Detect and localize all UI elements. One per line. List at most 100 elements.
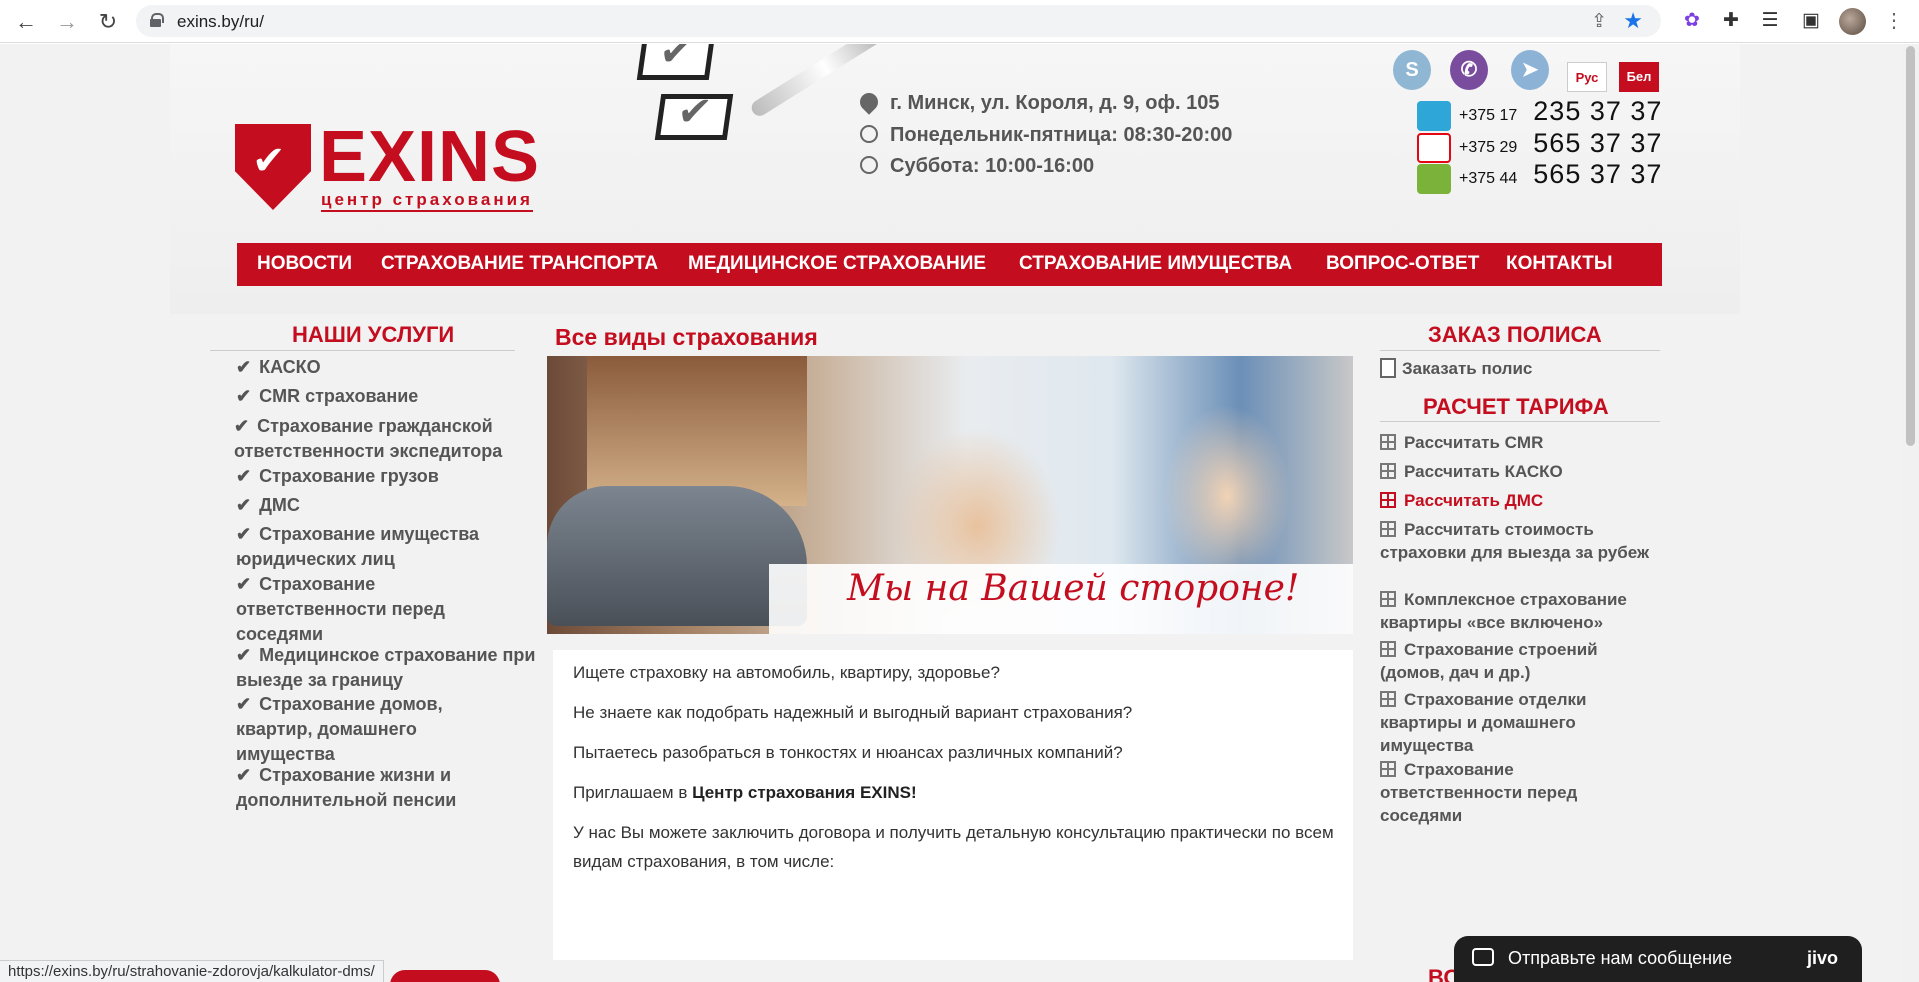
order-policy-link[interactable]: Заказать полис [1380, 358, 1532, 379]
logo-subtitle: центр страхования [321, 190, 533, 212]
page-scrollbar[interactable] [1902, 44, 1919, 982]
service-link[interactable]: ✔ Страхование домов, квартир, домашнего и… [236, 692, 476, 767]
content-title: Все виды страхования [555, 324, 818, 350]
company-name: Центр страхования EXINS! [692, 783, 917, 802]
lang-by-button[interactable]: Бел [1619, 62, 1659, 92]
shield-check-icon: ✔ [235, 124, 311, 210]
phone-code: +375 29 [1459, 139, 1518, 156]
intro-paragraph: У нас Вы можете заключить договора и пол… [573, 823, 1334, 871]
chat-prompt[interactable]: Отправьте нам сообщение [1508, 948, 1732, 969]
check-icon: ✔ [236, 765, 252, 785]
nav-item-property[interactable]: СТРАХОВАНИЕ ИМУЩЕСТВА [1019, 253, 1292, 275]
calc-link[interactable]: Комплексное страхование квартиры «все вк… [1380, 588, 1660, 634]
saturday-hours-text: Суббота: 10:00-16:00 [890, 155, 1095, 177]
calc-link[interactable]: Страхование ответственности перед соседя… [1380, 758, 1620, 827]
right-sidebar: ЗАКАЗ ПОЛИСА Заказать полис РАСЧЕТ ТАРИФ… [1380, 322, 1680, 962]
nav-item-transport[interactable]: СТРАХОВАНИЕ ТРАНСПОРТА [381, 253, 658, 275]
map-pin-icon [856, 89, 882, 115]
calc-link[interactable]: Рассчитать стоимость страховки для выезд… [1380, 518, 1660, 564]
service-link[interactable]: ✔ Страхование имущества юридических лиц [236, 522, 536, 572]
table-icon [1380, 434, 1396, 450]
check-icon: ✔ [236, 386, 252, 406]
service-link[interactable]: ✔ КАСКО [236, 355, 536, 380]
clock-icon [860, 156, 878, 174]
red-button-partial[interactable] [390, 970, 500, 982]
scroll-thumb[interactable] [1906, 46, 1915, 446]
reload-icon[interactable]: ↻ [94, 8, 122, 36]
skype-icon[interactable]: S [1393, 50, 1431, 90]
table-icon [1380, 492, 1396, 508]
back-arrow-icon[interactable]: ← [12, 8, 40, 36]
service-link[interactable]: ✔ Страхование ответственности перед сосед… [236, 572, 466, 647]
service-link[interactable]: ✔ Страхование гражданской ответственности… [234, 414, 534, 464]
media-control-icon[interactable]: ☰ [1758, 9, 1782, 33]
house-image [587, 356, 807, 506]
hero-banner-image: Мы на Вашей стороне! [547, 356, 1353, 634]
phone-row[interactable]: +375 44 565 37 37 [1417, 159, 1662, 194]
divider [210, 350, 515, 351]
service-link[interactable]: ✔ Медицинское страхование при выезде за г… [236, 643, 536, 693]
share-icon[interactable]: ⇪ [1591, 10, 1607, 33]
divider [1380, 350, 1660, 351]
check-icon: ✔ [236, 645, 252, 665]
life-operator-icon [1417, 163, 1451, 194]
calc-link[interactable]: Рассчитать CMR [1380, 431, 1660, 454]
check-icon: ✔ [236, 524, 252, 544]
phone-number[interactable]: 565 37 37 [1533, 128, 1662, 158]
document-icon [1380, 358, 1396, 378]
extension-icon[interactable]: ✿ [1680, 9, 1704, 33]
address-bar[interactable]: exins.by/ru/ ⇪ ★ [136, 5, 1661, 37]
phone-number[interactable]: 235 37 37 [1533, 96, 1662, 126]
bookmark-star-icon[interactable]: ★ [1623, 8, 1643, 34]
checkbox-decor-icon [636, 44, 716, 80]
telegram-icon[interactable]: ➤ [1511, 50, 1549, 90]
service-link[interactable]: ✔ CMR страхование [236, 384, 536, 409]
table-icon [1380, 591, 1396, 607]
phone-operator-icon [1417, 100, 1451, 131]
site-logo[interactable]: ✔ EXINS центр страхования [231, 117, 571, 230]
main-navigation: НОВОСТИ СТРАХОВАНИЕ ТРАНСПОРТА МЕДИЦИНСК… [237, 243, 1662, 286]
nav-item-faq[interactable]: ВОПРОС-ОТВЕТ [1326, 253, 1479, 275]
url-text[interactable]: exins.by/ru/ [177, 12, 264, 32]
service-link[interactable]: ✔ Страхование грузов [236, 464, 536, 489]
chat-bubble-icon [1472, 948, 1494, 966]
check-icon: ✔ [236, 694, 252, 714]
service-link[interactable]: ✔ ДМС [236, 493, 536, 518]
nav-item-medical[interactable]: МЕДИЦИНСКОЕ СТРАХОВАНИЕ [688, 253, 986, 275]
intro-paragraph: Пытаетесь разобраться в тонкостях и нюан… [573, 743, 1123, 762]
calc-link-active[interactable]: Рассчитать ДМС [1380, 489, 1660, 512]
table-icon [1380, 463, 1396, 479]
banner-slogan: Мы на Вашей стороне! [847, 568, 1300, 609]
weekday-hours-text: Понедельник-пятница: 08:30-20:00 [890, 124, 1233, 146]
phone-number[interactable]: 565 37 37 [1533, 159, 1662, 189]
check-icon: ✔ [236, 466, 252, 486]
address-row: г. Минск, ул. Короля, д. 9, оф. 105 [856, 89, 1220, 115]
calc-link[interactable]: Рассчитать КАСКО [1380, 460, 1660, 483]
intro-text-block: Ищете страховку на автомобиль, квартиру,… [553, 650, 1353, 960]
chat-widget[interactable]: Отправьте нам сообщение jivo [1454, 936, 1862, 982]
forward-arrow-icon[interactable]: → [53, 8, 81, 36]
kebab-menu-icon[interactable]: ⋮ [1884, 8, 1904, 33]
check-icon: ✔ [234, 416, 250, 436]
side-panel-icon[interactable]: ▣ [1799, 9, 1823, 33]
lang-ru-button[interactable]: Рус [1567, 62, 1607, 92]
phone-code: +375 44 [1459, 170, 1518, 187]
main-content: Все виды страхования Мы на Вашей стороне… [537, 320, 1360, 960]
services-sidebar: НАШИ УСЛУГИ ✔ КАСКО ✔ CMR страхование ✔ Стр… [210, 322, 536, 962]
table-icon [1380, 641, 1396, 657]
calc-link[interactable]: Страхование отделки квартиры и домашнего… [1380, 688, 1640, 757]
nav-item-contacts[interactable]: КОНТАКТЫ [1506, 253, 1613, 275]
address-text: г. Минск, ул. Короля, д. 9, оф. 105 [890, 92, 1220, 114]
invite-paragraph: Приглашаем в Центр страхования EXINS! [573, 783, 917, 802]
nav-item-news[interactable]: НОВОСТИ [257, 253, 352, 275]
status-bar-url: https://exins.by/ru/strahovanie-zdorovja… [0, 960, 384, 982]
viber-icon[interactable]: ✆ [1450, 50, 1488, 90]
phone-row[interactable]: +375 17 235 37 37 [1417, 96, 1662, 131]
service-link[interactable]: ✔ Страхование жизни и дополнительной пенс… [236, 763, 486, 813]
calc-link[interactable]: Страхование строений (домов, дач и др.) [1380, 638, 1640, 684]
profile-avatar[interactable] [1839, 8, 1866, 35]
phone-row[interactable]: +375 29 565 37 37 [1417, 128, 1662, 163]
puzzle-icon[interactable]: ✚ [1719, 9, 1743, 33]
chat-brand: jivo [1806, 948, 1838, 968]
table-icon [1380, 521, 1396, 537]
